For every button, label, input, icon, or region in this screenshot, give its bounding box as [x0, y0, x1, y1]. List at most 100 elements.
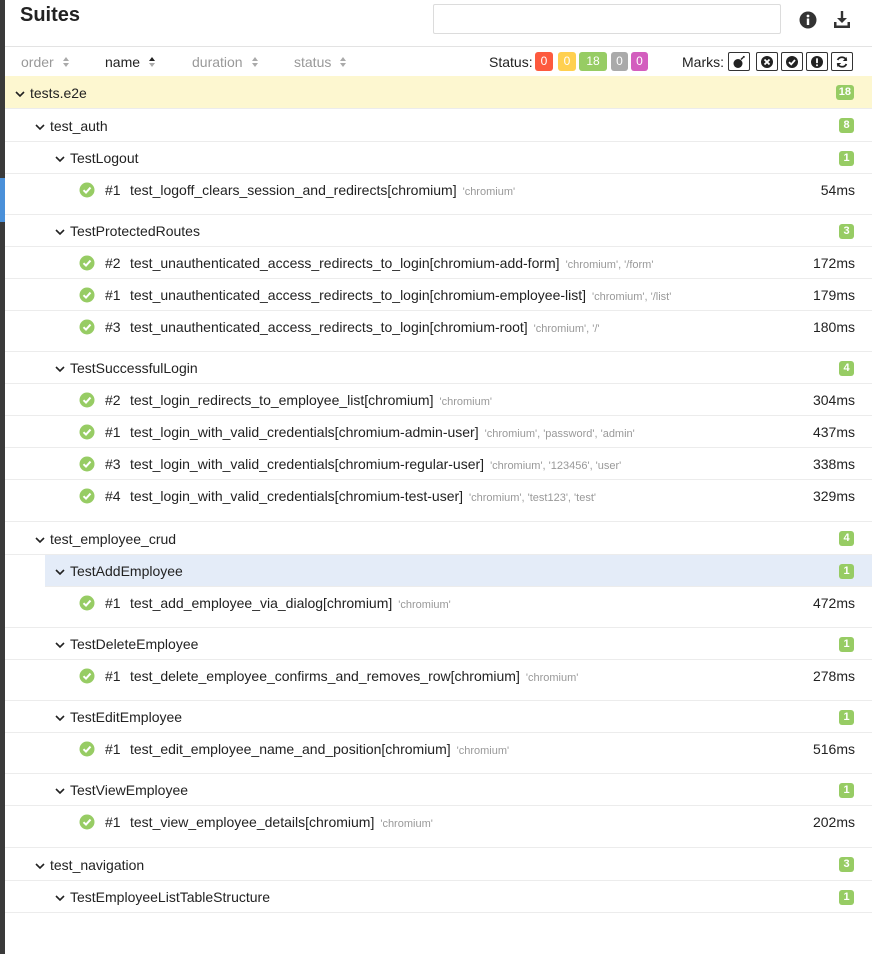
- test-order: #1: [105, 595, 121, 611]
- test-params: 'chromium', '123456', 'user': [490, 460, 622, 472]
- test-case-row[interactable]: #3 test_unauthenticated_access_redirects_…: [5, 311, 872, 343]
- status-filter-chip[interactable]: 0: [535, 52, 553, 71]
- passed-check-icon: [79, 287, 95, 303]
- chevron-down-icon[interactable]: [54, 638, 66, 650]
- suite-node-class[interactable]: TestLogout 1: [5, 142, 872, 174]
- test-case-row[interactable]: #2 test_unauthenticated_access_redirects_…: [5, 247, 872, 279]
- bomb-icon: [732, 55, 746, 69]
- chevron-down-icon[interactable]: [54, 784, 66, 796]
- suite-node-class[interactable]: TestViewEmployee 1: [5, 774, 872, 806]
- sort-arrows-icon: [339, 55, 347, 71]
- test-duration: 202ms: [812, 814, 855, 830]
- chevron-down-icon[interactable]: [34, 859, 46, 871]
- group-spacer: [5, 206, 872, 215]
- node-name: test_employee_crud: [50, 531, 177, 547]
- test-case-row[interactable]: #1 test_add_employee_via_dialog[chromium]…: [5, 587, 872, 619]
- sort-status-bar: order name duration status Status: Marks…: [5, 46, 872, 78]
- chevron-down-icon[interactable]: [54, 891, 66, 903]
- chevron-down-icon[interactable]: [54, 565, 66, 577]
- test-name: test_unauthenticated_access_redirects_to…: [130, 319, 528, 335]
- status-filter-chip[interactable]: 18: [579, 52, 607, 71]
- test-name-group: test_login_redirects_to_employee_list[ch…: [130, 392, 492, 408]
- mark-filter-exclamation-circle[interactable]: [806, 52, 828, 71]
- test-params: 'chromium': [525, 672, 579, 684]
- test-params: 'chromium', '/': [533, 323, 600, 335]
- suite-node-root[interactable]: tests.e2e 18: [5, 76, 872, 109]
- suite-node-class[interactable]: TestEditEmployee 1: [5, 701, 872, 733]
- suite-node-module[interactable]: test_auth 8: [5, 109, 872, 142]
- suite-node-class[interactable]: TestProtectedRoutes 3: [5, 215, 872, 247]
- download-icon[interactable]: [831, 9, 853, 31]
- header: Suites: [5, 0, 872, 46]
- test-duration: 516ms: [812, 741, 855, 757]
- test-name: test_edit_employee_name_and_position[chr…: [130, 741, 451, 757]
- suite-node-module[interactable]: test_employee_crud 4: [5, 522, 872, 555]
- suite-node-class[interactable]: TestEmployeeListTableStructure 1: [5, 881, 872, 913]
- test-case-row[interactable]: #1 test_delete_employee_confirms_and_remo…: [5, 660, 872, 692]
- suite-node-class[interactable]: TestAddEmployee 1: [45, 555, 872, 587]
- passed-check-icon: [79, 668, 95, 684]
- sort-arrows-icon: [148, 55, 156, 71]
- test-case-row[interactable]: #1 test_logoff_clears_session_and_redirec…: [5, 174, 872, 206]
- chevron-down-icon[interactable]: [54, 362, 66, 374]
- test-case-row[interactable]: #3 test_login_with_valid_credentials[chro…: [5, 448, 872, 480]
- test-case-row[interactable]: #4 test_login_with_valid_credentials[chro…: [5, 480, 872, 512]
- test-name-group: test_delete_employee_confirms_and_remove…: [130, 668, 578, 684]
- test-order: #1: [105, 741, 121, 757]
- mark-filter-check-circle[interactable]: [781, 52, 803, 71]
- status-filter-chip[interactable]: 0: [631, 52, 648, 71]
- passed-check-icon: [79, 182, 95, 198]
- status-filter-chip[interactable]: 0: [558, 52, 576, 71]
- test-name: test_unauthenticated_access_redirects_to…: [130, 287, 587, 303]
- mark-filter-times-circle[interactable]: [756, 52, 778, 71]
- times-circle-icon: [760, 55, 774, 69]
- chevron-down-icon[interactable]: [34, 120, 46, 132]
- node-name: TestAddEmployee: [70, 563, 183, 579]
- count-badge: 3: [839, 224, 854, 239]
- node-name: test_auth: [50, 118, 108, 134]
- test-name-group: test_unauthenticated_access_redirects_to…: [130, 255, 653, 271]
- node-name: TestSuccessfulLogin: [70, 360, 198, 376]
- test-case-row[interactable]: #2 test_login_redirects_to_employee_list[…: [5, 384, 872, 416]
- chevron-down-icon[interactable]: [54, 711, 66, 723]
- chevron-down-icon[interactable]: [54, 152, 66, 164]
- chevron-down-icon[interactable]: [54, 225, 66, 237]
- sort-name[interactable]: name: [105, 54, 156, 71]
- search-input[interactable]: [433, 4, 781, 34]
- test-name-group: test_logoff_clears_session_and_redirects…: [130, 182, 515, 198]
- chevron-down-icon[interactable]: [34, 533, 46, 545]
- info-circle-icon[interactable]: [797, 9, 819, 31]
- test-order: #1: [105, 668, 121, 684]
- sort-order[interactable]: order: [21, 54, 70, 71]
- test-params: 'chromium': [398, 599, 451, 611]
- test-params: 'chromium': [439, 396, 492, 408]
- suite-node-class[interactable]: TestSuccessfulLogin 4: [5, 352, 872, 384]
- sort-arrows-icon: [62, 55, 70, 71]
- test-duration: 304ms: [812, 392, 855, 408]
- test-name-group: test_edit_employee_name_and_position[chr…: [130, 741, 509, 757]
- group-spacer: [5, 838, 872, 848]
- status-filter-chip[interactable]: 0: [611, 52, 628, 71]
- test-case-row[interactable]: #1 test_login_with_valid_credentials[chro…: [5, 416, 872, 448]
- mark-filter-refresh[interactable]: [831, 52, 853, 71]
- chevron-down-icon[interactable]: [14, 87, 26, 99]
- test-order: #2: [105, 392, 121, 408]
- refresh-icon: [835, 55, 849, 69]
- test-case-row[interactable]: #1 test_edit_employee_name_and_position[c…: [5, 733, 872, 765]
- suite-node-module[interactable]: test_navigation 3: [5, 848, 872, 881]
- test-params: 'chromium', '/form': [565, 259, 654, 271]
- test-name-group: test_add_employee_via_dialog[chromium] 'c…: [130, 595, 451, 611]
- exclamation-circle-icon: [810, 55, 824, 69]
- test-duration: 437ms: [812, 424, 855, 440]
- test-duration: 179ms: [812, 287, 855, 303]
- sort-duration[interactable]: duration: [192, 54, 259, 71]
- node-name: TestEditEmployee: [70, 709, 183, 725]
- test-case-row[interactable]: #1 test_view_employee_details[chromium] 'c…: [5, 806, 872, 838]
- sort-status[interactable]: status: [294, 54, 347, 71]
- suite-node-class[interactable]: TestDeleteEmployee 1: [5, 628, 872, 660]
- test-case-row[interactable]: #1 test_unauthenticated_access_redirects_…: [5, 279, 872, 311]
- mark-filter-bomb[interactable]: [728, 52, 750, 71]
- page-title: Suites: [20, 4, 81, 26]
- test-params: 'chromium', 'password', 'admin': [484, 428, 635, 440]
- passed-check-icon: [79, 255, 95, 271]
